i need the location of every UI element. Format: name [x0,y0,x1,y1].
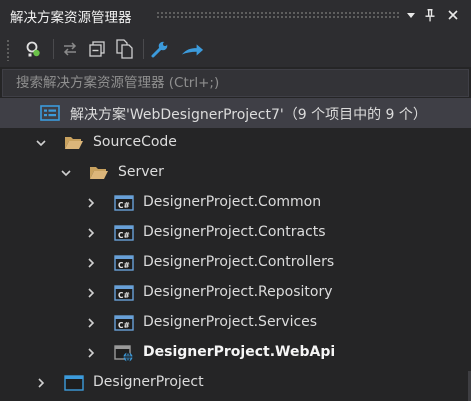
title-drag-grip[interactable] [156,11,400,18]
svg-text:C#: C# [118,201,130,210]
tree-item-project[interactable]: C# DesignerProject.Services [0,308,471,338]
tree-item-label: DesignerProject.Controllers [143,254,335,270]
svg-text:C#: C# [118,231,130,240]
folder-open-icon [89,164,109,182]
chevron-down-icon[interactable] [59,166,73,180]
csharp-project-icon: C# [114,254,134,272]
tree-item-label: DesignerProject.Services [143,314,318,330]
chevron-right-icon[interactable] [84,256,98,270]
chevron-down-icon[interactable] [34,136,48,150]
tree-item-label: 解决方案'WebDesignerProject7'（9 个项目中的 9 个） [70,107,427,123]
solution-tree: 解决方案'WebDesignerProject7'（9 个项目中的 9 个） S… [0,98,471,401]
csharp-project-icon: C# [114,194,134,212]
home-sync-icon[interactable] [22,37,46,61]
chevron-right-icon[interactable] [84,346,98,360]
search-input[interactable] [3,70,468,96]
show-all-files-icon[interactable] [113,37,137,61]
tree-item-label: DesignerProject.Repository [143,284,333,300]
tree-item-project[interactable]: C# DesignerProject.Controllers [0,248,471,278]
folder-open-icon [64,134,84,152]
csharp-project-icon: C# [114,284,134,302]
toolbar-separator [53,39,54,59]
chevron-right-icon[interactable] [34,376,48,390]
tree-item-label: Server [118,164,164,180]
search-box[interactable] [2,69,469,97]
tree-item-designer-project[interactable]: DesignerProject [0,368,471,398]
close-icon[interactable] [444,5,462,25]
dropdown-arrow-icon[interactable] [402,5,420,25]
solution-icon [40,104,60,122]
tree-item-project[interactable]: C# DesignerProject.Repository [0,278,471,308]
web-app-project-icon [64,374,84,392]
solution-explorer-toolbar [0,31,471,67]
tree-item-label: DesignerProject [93,374,204,390]
svg-text:C#: C# [118,321,130,330]
tree-item-server-folder[interactable]: Server [0,158,471,188]
sync-with-active-document-icon[interactable] [58,37,82,61]
tree-item-label: DesignerProject.Common [143,194,322,210]
tree-item-solution[interactable]: 解决方案'WebDesignerProject7'（9 个项目中的 9 个） [0,98,471,128]
tree-item-label: DesignerProject.WebApi [143,344,336,360]
tool-window-title: 解决方案资源管理器 [10,10,132,26]
toolbar-separator [143,39,144,59]
tree-item-label: SourceCode [93,134,177,150]
svg-text:C#: C# [118,261,130,270]
preview-selected-items-icon[interactable] [180,37,204,61]
tool-window-title-bar: 解决方案资源管理器 [0,0,471,31]
tree-item-project[interactable]: C# DesignerProject.Contracts [0,218,471,248]
collapse-all-icon[interactable] [85,37,109,61]
chevron-right-icon[interactable] [84,226,98,240]
toolbar-grip [6,39,11,61]
chevron-right-icon[interactable] [84,316,98,330]
pin-icon[interactable] [421,5,439,25]
csharp-project-icon: C# [114,314,134,332]
chevron-right-icon[interactable] [84,286,98,300]
tree-item-project-startup[interactable]: DesignerProject.WebApi [0,338,471,368]
properties-wrench-icon[interactable] [148,37,172,61]
chevron-right-icon[interactable] [84,196,98,210]
web-project-icon [114,344,134,362]
tree-item-label: DesignerProject.Contracts [143,224,326,240]
svg-text:C#: C# [118,291,130,300]
tree-item-sourcecode-folder[interactable]: SourceCode [0,128,471,158]
csharp-project-icon: C# [114,224,134,242]
tree-item-project[interactable]: C# DesignerProject.Common [0,188,471,218]
